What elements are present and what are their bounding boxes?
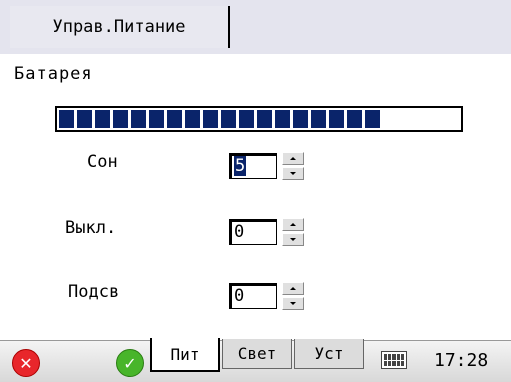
battery-segment [203,110,218,128]
backlight-decrement-button[interactable] [282,297,304,310]
clock: 17:28 [434,350,489,371]
battery-segment [221,110,236,128]
backlight-increment-button[interactable] [282,282,304,295]
window-title: Управ.Питание [10,6,230,48]
arrow-down-icon [290,238,296,241]
off-decrement-button[interactable] [282,233,304,246]
battery-segment [293,110,308,128]
tab-light[interactable]: Свет [222,339,292,369]
battery-segment [239,110,254,128]
sleep-decrement-button[interactable] [282,167,304,180]
off-label: Выкл. [65,218,117,238]
battery-segment [77,110,92,128]
battery-segment [365,110,380,128]
battery-segment [275,110,290,128]
tab-power[interactable]: Пит [150,338,220,372]
taskbar: ✕ ✓ Пит Свет Уст 17:28 [0,338,511,382]
backlight-value-input[interactable]: 0 [229,283,277,309]
close-icon[interactable]: ✕ [12,349,40,377]
battery-segment [329,110,344,128]
battery-segment [347,110,362,128]
battery-level-bar [55,106,463,132]
battery-label: Батарея [14,64,93,84]
battery-segment [113,110,128,128]
backlight-spinner[interactable] [282,282,304,310]
off-increment-button[interactable] [282,218,304,231]
off-value: 0 [234,222,245,242]
battery-segment [257,110,272,128]
arrow-down-icon [290,172,296,175]
title-bar: Управ.Питание [0,0,511,54]
off-value-input[interactable]: 0 [229,219,277,245]
battery-segment [59,110,74,128]
arrow-down-icon [290,302,296,305]
arrow-up-icon [290,287,296,290]
off-spinner[interactable] [282,218,304,246]
battery-segment [311,110,326,128]
backlight-value: 0 [234,286,245,306]
tab-settings[interactable]: Уст [294,339,364,369]
battery-segment [131,110,146,128]
arrow-up-icon [290,223,296,226]
battery-segment [185,110,200,128]
battery-segment [167,110,182,128]
battery-fill [59,110,380,128]
sleep-label: Сон [87,152,118,172]
ok-icon[interactable]: ✓ [116,349,144,377]
backlight-label: Подсв [68,282,120,302]
sleep-increment-button[interactable] [282,152,304,165]
sleep-value-input[interactable]: 5 [229,153,277,179]
keyboard-icon[interactable] [381,351,407,369]
battery-segment [149,110,164,128]
sleep-value: 5 [234,156,247,176]
battery-segment [95,110,110,128]
sleep-spinner[interactable] [282,152,304,180]
arrow-up-icon [290,157,296,160]
